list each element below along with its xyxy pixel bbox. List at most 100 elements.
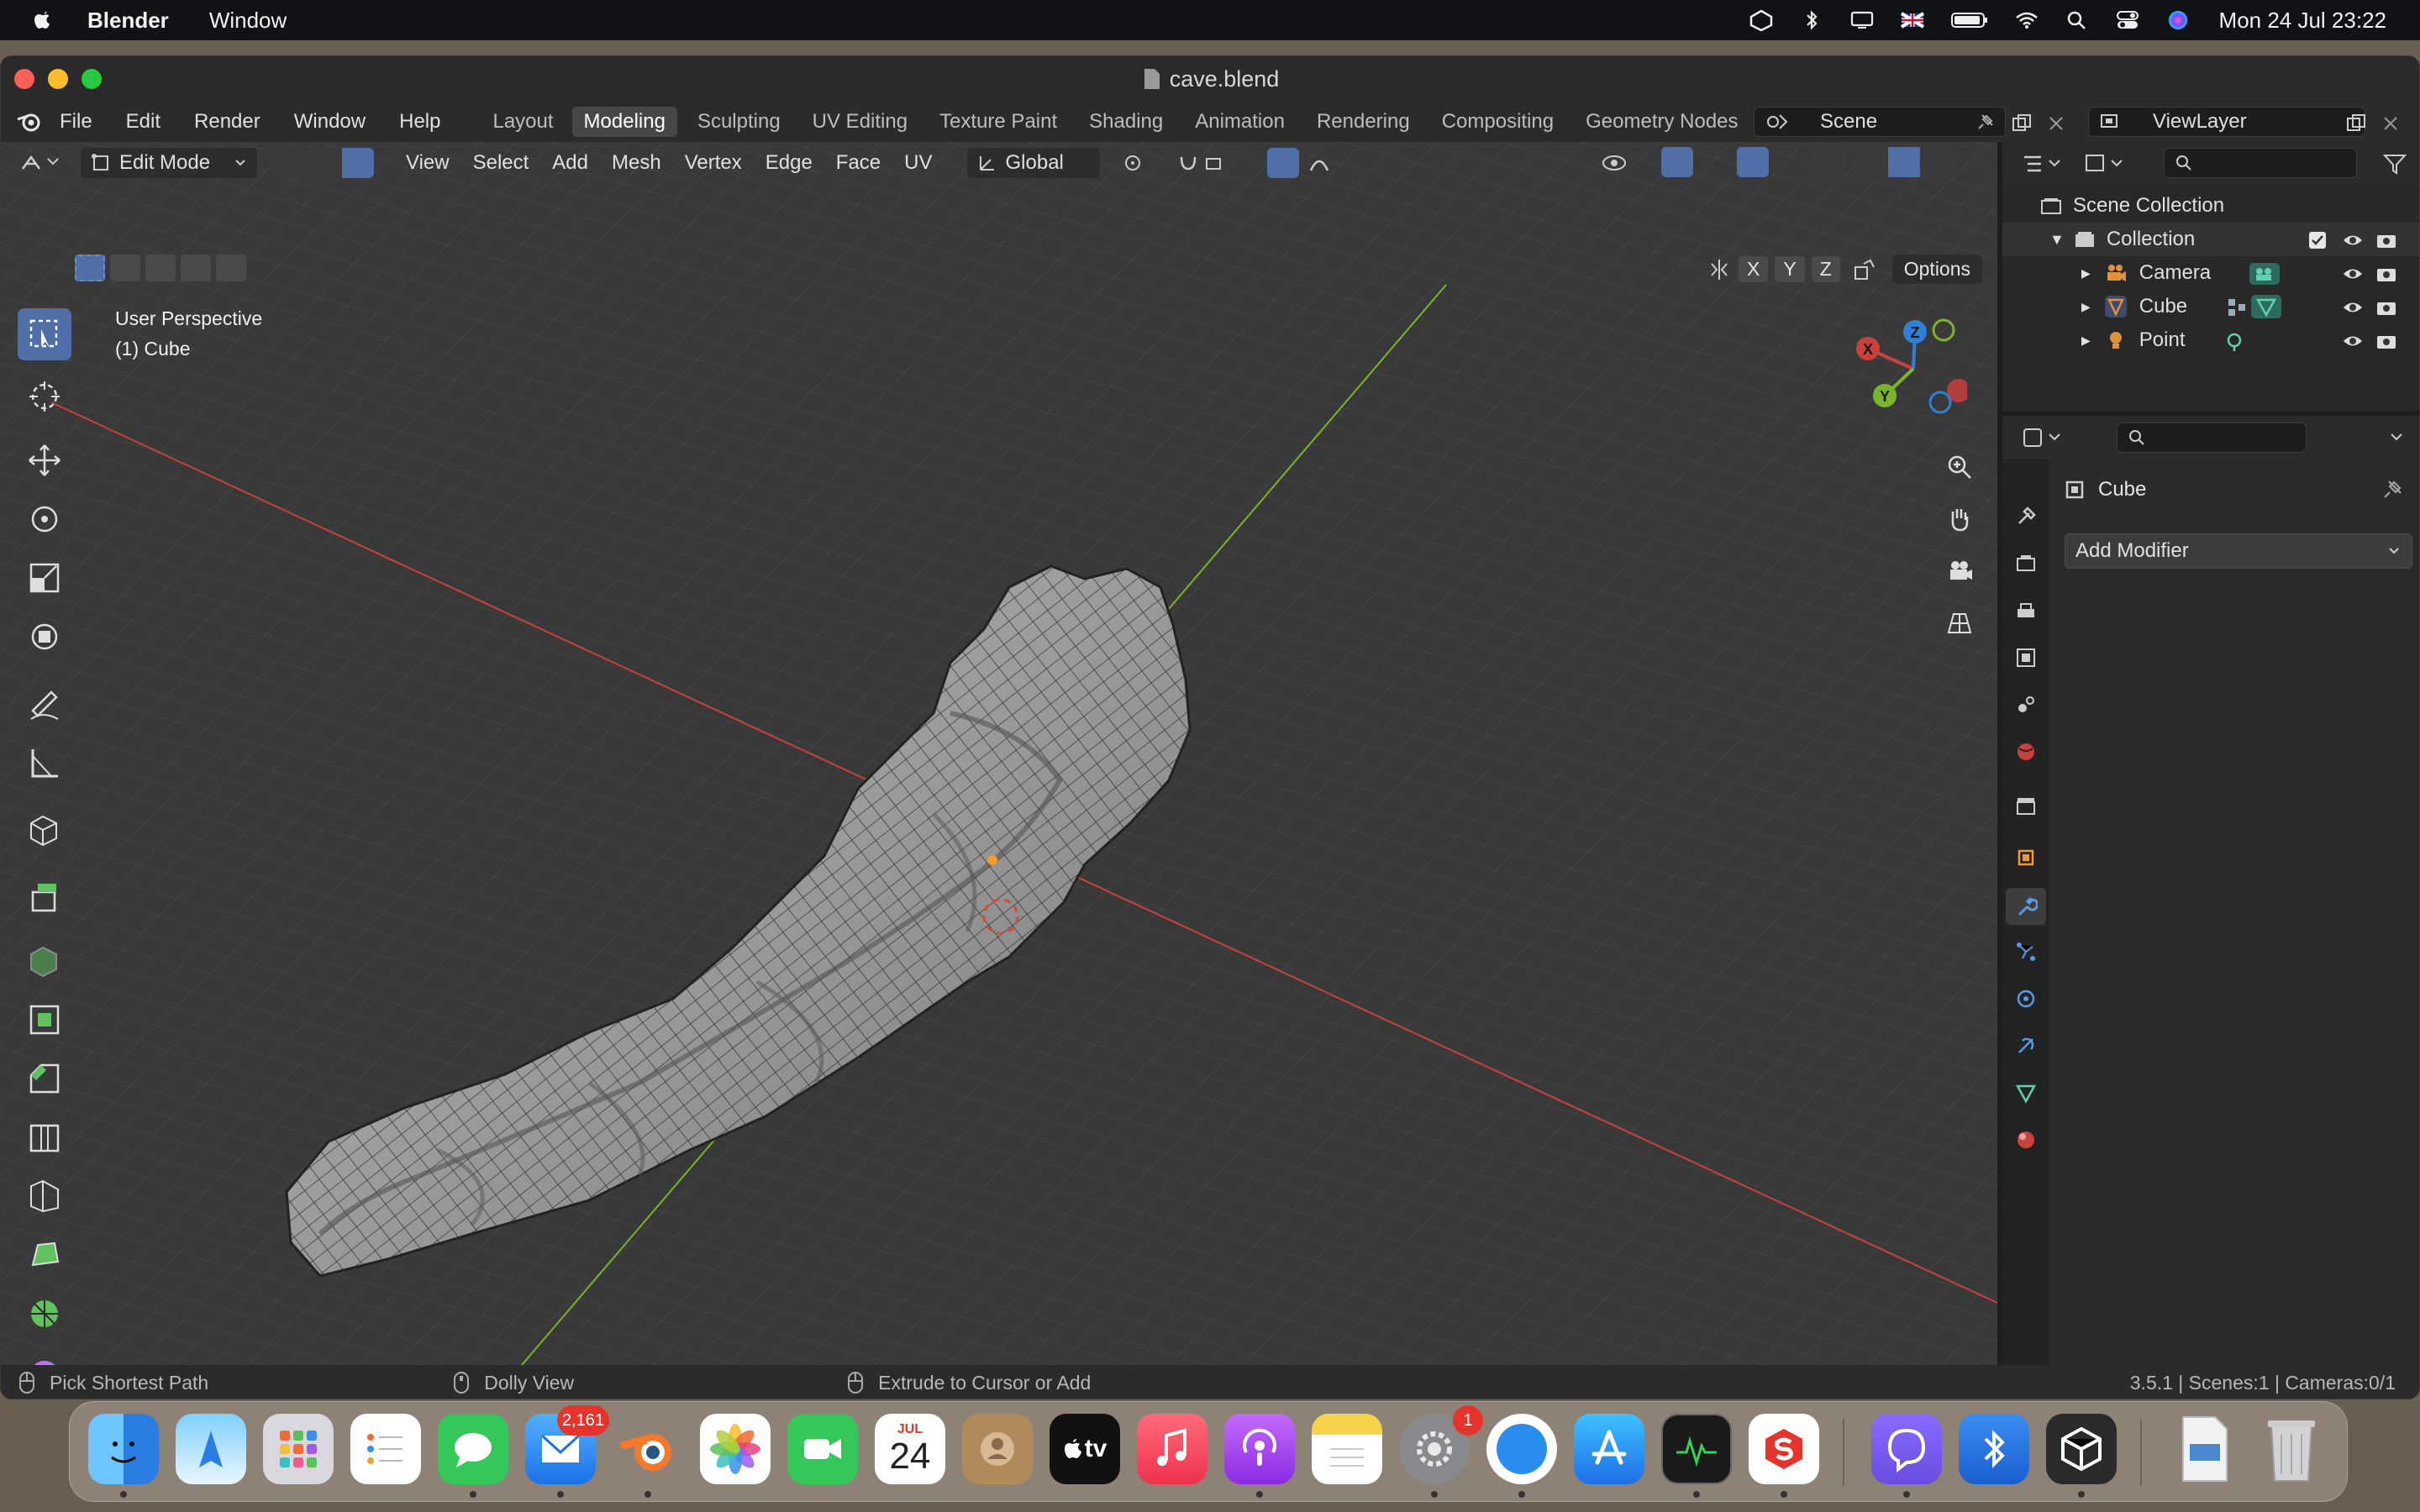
select-subtract-button[interactable] <box>145 255 176 281</box>
modifier-icon[interactable] <box>2226 297 2248 318</box>
menu-edge[interactable]: Edge <box>765 151 813 175</box>
dock-calendar-icon[interactable]: JUL 24 <box>875 1414 945 1484</box>
data-tab-icon[interactable] <box>2014 1081 2038 1105</box>
knife-tool[interactable] <box>18 1170 71 1222</box>
solid-shading-button[interactable] <box>1888 147 1920 177</box>
material-shading-button[interactable] <box>1922 147 1954 177</box>
transform-tool[interactable] <box>18 611 71 663</box>
move-tool[interactable] <box>18 434 71 486</box>
outliner-item-camera[interactable]: ▶ Camera <box>2002 256 2419 290</box>
tool-tab-icon[interactable] <box>2014 505 2038 528</box>
dock-viber-icon[interactable] <box>1871 1414 1942 1484</box>
menu-select[interactable]: Select <box>473 151 529 175</box>
camera-render-icon[interactable] <box>2375 231 2397 249</box>
xray-toggle-button[interactable] <box>1812 147 1844 177</box>
tab-layout[interactable]: Layout <box>481 107 565 137</box>
new-scene-icon[interactable] <box>2011 113 2033 134</box>
view-layer-selector[interactable]: ViewLayer <box>2088 107 2365 137</box>
camera-render-icon[interactable] <box>2375 265 2397 283</box>
dock-activity-monitor-icon[interactable] <box>1661 1414 1732 1484</box>
dock-unity-hub-icon[interactable] <box>2046 1414 2117 1484</box>
display-mode-icon[interactable] <box>2083 152 2127 176</box>
scene-tab-icon[interactable] <box>2014 693 2038 717</box>
tab-compositing[interactable]: Compositing <box>1430 107 1565 137</box>
mesh-data-icon[interactable] <box>2249 293 2283 320</box>
scale-tool[interactable] <box>18 552 71 604</box>
menu-render[interactable]: Render <box>194 110 260 134</box>
modifier-tab-active[interactable] <box>2006 888 2046 925</box>
dock-mail-icon[interactable]: 2,161 <box>525 1405 609 1484</box>
select-new-button[interactable] <box>75 255 105 281</box>
select-box-tool[interactable] <box>18 308 71 360</box>
constraints-tab-icon[interactable] <box>2014 1034 2038 1058</box>
collection-tab-icon[interactable] <box>2014 794 2038 817</box>
tab-modeling[interactable]: Modeling <box>571 107 677 137</box>
outliner-search-input[interactable] <box>2164 148 2357 178</box>
outliner-editor-icon[interactable] <box>2021 152 2065 176</box>
world-tab-icon[interactable] <box>2014 740 2038 764</box>
collapse-arrow-icon[interactable]: ▼ <box>2049 231 2065 249</box>
select-invert-button[interactable] <box>181 255 211 281</box>
menu-help[interactable]: Help <box>399 110 440 134</box>
cursor-tool[interactable] <box>18 370 71 423</box>
mirror-x-button[interactable]: X <box>1739 256 1769 282</box>
output-tab-icon[interactable] <box>2014 599 2038 622</box>
blender-logo-icon[interactable] <box>16 108 43 135</box>
navigation-gizmo[interactable]: X Z Y <box>1841 302 1967 428</box>
dock-downloads-stack-icon[interactable] <box>2169 1414 2239 1484</box>
gizmo-toggle-button[interactable] <box>1661 147 1693 177</box>
menu-window[interactable]: Window <box>209 8 287 34</box>
dock-finder-icon[interactable] <box>88 1414 159 1484</box>
face-select-button[interactable] <box>342 148 374 178</box>
tab-shading[interactable]: Shading <box>1077 107 1175 137</box>
visibility-selectability-icon[interactable] <box>1601 150 1648 176</box>
pin-icon[interactable] <box>2382 478 2404 500</box>
dock-messages-icon[interactable] <box>438 1414 508 1484</box>
delete-view-layer-icon[interactable] <box>2382 115 2399 132</box>
outliner-item-point[interactable]: ▶ Point <box>2002 323 2419 357</box>
dock-launchpad-icon[interactable] <box>263 1414 334 1484</box>
particles-tab-icon[interactable] <box>2014 940 2038 963</box>
battery-icon[interactable] <box>1950 9 1989 31</box>
checkbox-icon[interactable] <box>2308 231 2327 249</box>
dock-notes-icon[interactable] <box>1312 1414 1382 1484</box>
dock-podcasts-icon[interactable] <box>1224 1414 1295 1484</box>
dock-app-store-icon[interactable] <box>1574 1414 1644 1484</box>
menu-window[interactable]: Window <box>294 110 366 134</box>
zoom-view-button[interactable] <box>1939 446 1981 488</box>
collection-row[interactable]: ▼ Collection <box>2002 223 2419 256</box>
filter-icon[interactable] <box>2382 152 2407 176</box>
menu-vertex[interactable]: Vertex <box>685 151 742 175</box>
spin-tool[interactable] <box>18 1288 71 1340</box>
add-modifier-button[interactable]: Add Modifier <box>2065 533 2412 569</box>
eye-icon[interactable] <box>2342 332 2364 350</box>
dock-trash-icon[interactable] <box>2256 1414 2327 1484</box>
select-extend-button[interactable] <box>110 255 140 281</box>
viewport-scene[interactable] <box>1 142 1997 1365</box>
search-icon[interactable] <box>2065 9 2090 31</box>
control-center-icon[interactable] <box>2115 9 2140 31</box>
zoom-window-button[interactable] <box>82 69 102 89</box>
chevron-down-icon[interactable] <box>2387 428 2406 446</box>
apple-icon[interactable] <box>30 8 55 33</box>
properties-editor-icon[interactable] <box>2021 426 2065 449</box>
tab-geometry-nodes[interactable]: Geometry Nodes <box>1574 107 1749 137</box>
properties-search-input[interactable] <box>2117 423 2307 453</box>
tab-uv-editing[interactable]: UV Editing <box>801 107 919 137</box>
input-source-flag-icon[interactable] <box>1900 9 1925 31</box>
minimize-window-button[interactable] <box>48 69 68 89</box>
dock-system-settings-icon[interactable]: 1 <box>1399 1405 1483 1484</box>
camera-data-icon[interactable] <box>2248 261 2281 286</box>
bluetooth-icon[interactable] <box>1799 9 1824 31</box>
pan-view-button[interactable] <box>1939 498 1981 540</box>
gizmo-neg-z[interactable] <box>1928 391 1952 414</box>
add-cube-tool[interactable] <box>18 804 71 856</box>
dock-bluetooth-icon[interactable] <box>1959 1414 2029 1484</box>
scene-collection-row[interactable]: Scene Collection <box>2002 189 2419 223</box>
3d-viewport[interactable]: Edit Mode View Select Add Mesh Vertex Ed… <box>1 142 1997 1365</box>
tab-sculpting[interactable]: Sculpting <box>686 107 792 137</box>
dock-music-icon[interactable] <box>1137 1414 1207 1484</box>
menu-uv[interactable]: UV <box>904 151 932 175</box>
clock[interactable]: Mon 24 Jul 23:22 <box>2219 8 2386 34</box>
camera-render-icon[interactable] <box>2375 298 2397 317</box>
